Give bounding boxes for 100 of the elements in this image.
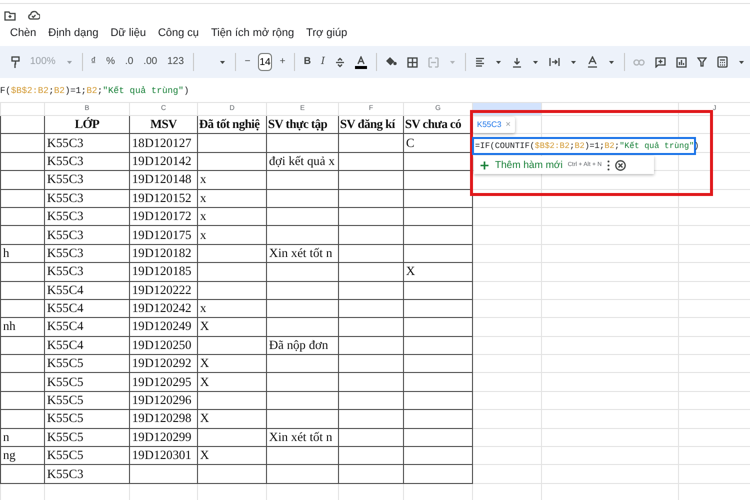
text-rotation-icon[interactable] xyxy=(586,56,598,68)
column-heading: Đã tốt nghiệ xyxy=(198,116,266,134)
borders-icon[interactable] xyxy=(407,56,418,68)
table-cell: x xyxy=(198,226,266,244)
table-cell: 19D120292 xyxy=(130,354,198,373)
decrease-font-size-button[interactable]: − xyxy=(240,50,256,74)
cloud-icon[interactable] xyxy=(27,10,40,20)
column-heading: MSV xyxy=(130,116,198,134)
close-icon[interactable] xyxy=(614,160,626,170)
formula-input[interactable]: =IF(COUNTIF($B$2:B2;B2)=1;B2;"Kết quả trùng") xyxy=(472,137,696,155)
bold-button[interactable]: B xyxy=(298,50,316,74)
range-chip[interactable]: K55C3 × xyxy=(473,117,515,133)
table-cell: x xyxy=(198,207,266,226)
text-wrap-icon[interactable] xyxy=(548,57,560,67)
table-cell: h xyxy=(0,244,44,263)
currency-button[interactable]: ₫ xyxy=(86,50,102,74)
text-color-icon[interactable] xyxy=(354,56,367,68)
table-cell: 19D120185 xyxy=(130,262,198,282)
merge-cells-icon[interactable] xyxy=(428,56,440,68)
increase-decimal-button[interactable]: .00 xyxy=(138,50,162,74)
more-icon[interactable] xyxy=(606,160,610,170)
table-cell: X xyxy=(198,318,266,336)
folder-icon[interactable] xyxy=(4,10,16,21)
strikethrough-icon[interactable] xyxy=(334,56,345,68)
caret-icon[interactable] xyxy=(494,59,502,65)
table-cell: n xyxy=(0,428,44,447)
table-cell: x xyxy=(198,170,266,190)
menu-item[interactable]: Công cụ xyxy=(158,24,199,42)
menu-item[interactable]: Dữ liệu xyxy=(110,24,146,42)
table-cell: K55C5 xyxy=(44,410,130,428)
caret-icon[interactable] xyxy=(532,59,539,65)
table-cell: K55C5 xyxy=(44,446,130,465)
table-cell: ng xyxy=(0,446,44,465)
table-cell: 19D120299 xyxy=(130,428,198,447)
filter-icon[interactable] xyxy=(697,57,708,67)
table-cell: X xyxy=(198,446,266,465)
comment-icon[interactable] xyxy=(655,56,666,68)
caret-icon[interactable] xyxy=(608,59,615,65)
table-cell: K55C4 xyxy=(44,318,130,336)
column-heading: LỚP xyxy=(44,116,130,134)
column-heading: SV đăng kí xyxy=(338,116,404,134)
menu-item[interactable]: Định dạng xyxy=(48,24,98,42)
table-cell: K55C5 xyxy=(44,354,130,373)
caret-icon[interactable] xyxy=(570,59,577,65)
table-cell: 19D120152 xyxy=(130,189,198,208)
table-cell: 19D120295 xyxy=(130,372,198,392)
decrease-decimal-button[interactable]: .0 xyxy=(120,50,138,74)
table-cell: K55C5 xyxy=(44,428,130,447)
chart-icon[interactable] xyxy=(676,56,688,68)
table-cell: x xyxy=(198,189,266,208)
table-cell: Đã nộp đơn xyxy=(266,336,338,355)
table-cell: X xyxy=(404,262,472,282)
increase-font-size-button[interactable]: + xyxy=(274,50,290,74)
table-cell: 19D120301 xyxy=(130,446,198,465)
table-cell: đợi kết quả x xyxy=(266,152,338,171)
table-cell: 19D120242 xyxy=(130,299,198,318)
menu-item[interactable]: Trợ giúp xyxy=(306,24,348,42)
table-cell: 19D120142 xyxy=(130,152,198,171)
add-function-button[interactable]: Thêm hàm mới xyxy=(480,158,563,172)
table-cell: 19D120249 xyxy=(130,318,198,336)
table-cell: 19D120172 xyxy=(130,207,198,226)
table-cell: K55C4 xyxy=(44,299,130,318)
vertical-align-icon[interactable] xyxy=(512,56,522,68)
table-cell: X xyxy=(198,372,266,392)
table-cell: Xin xét tốt n xyxy=(266,428,338,447)
range-label: K55C3 xyxy=(477,119,502,131)
functions-icon[interactable] xyxy=(717,56,728,68)
table-cell: X xyxy=(198,410,266,428)
table-cell: 18D120127 xyxy=(130,134,198,152)
table-cell: K55C3 xyxy=(44,207,130,226)
table-cell: 19D120296 xyxy=(130,391,198,410)
table-cell: x xyxy=(198,299,266,318)
percent-button[interactable]: % xyxy=(101,50,120,74)
table-cell: K55C3 xyxy=(44,170,130,190)
table-cell: nh xyxy=(0,318,44,336)
caret-icon[interactable] xyxy=(738,59,746,65)
table-cell: K55C5 xyxy=(44,391,130,410)
table-cell: 19D120175 xyxy=(130,226,198,244)
paint-format-icon[interactable] xyxy=(11,56,20,68)
formula-text[interactable]: F($B$2:B2;B2)=1;B2;"Kết quả trùng") xyxy=(0,86,190,96)
menu-item[interactable]: Chèn xyxy=(10,24,36,42)
table-cell: 19D120148 xyxy=(130,170,198,190)
table-cell: 19D120182 xyxy=(130,244,198,263)
number-format-button[interactable]: 123 xyxy=(162,50,189,74)
table-cell: K55C3 xyxy=(44,244,130,263)
table-cell: Xin xét tốt n xyxy=(266,244,338,263)
table-cell: K55C3 xyxy=(44,134,130,152)
table-cell: K55C3 xyxy=(44,152,130,171)
table-cell: K55C3 xyxy=(44,464,130,484)
table-cell: X xyxy=(198,354,266,373)
table-cell: K55C4 xyxy=(44,336,130,355)
menu-item[interactable]: Tiện ích mở rộng xyxy=(210,24,294,42)
table-cell: K55C3 xyxy=(44,226,130,244)
table-cell: K55C3 xyxy=(44,262,130,282)
font-size-field[interactable]: 14 xyxy=(258,53,272,71)
align-icon[interactable] xyxy=(474,57,485,67)
caret-icon[interactable] xyxy=(219,59,226,65)
table-cell: K55C5 xyxy=(44,372,130,392)
italic-button[interactable]: I xyxy=(316,50,330,74)
table-cell: K55C3 xyxy=(44,189,130,208)
